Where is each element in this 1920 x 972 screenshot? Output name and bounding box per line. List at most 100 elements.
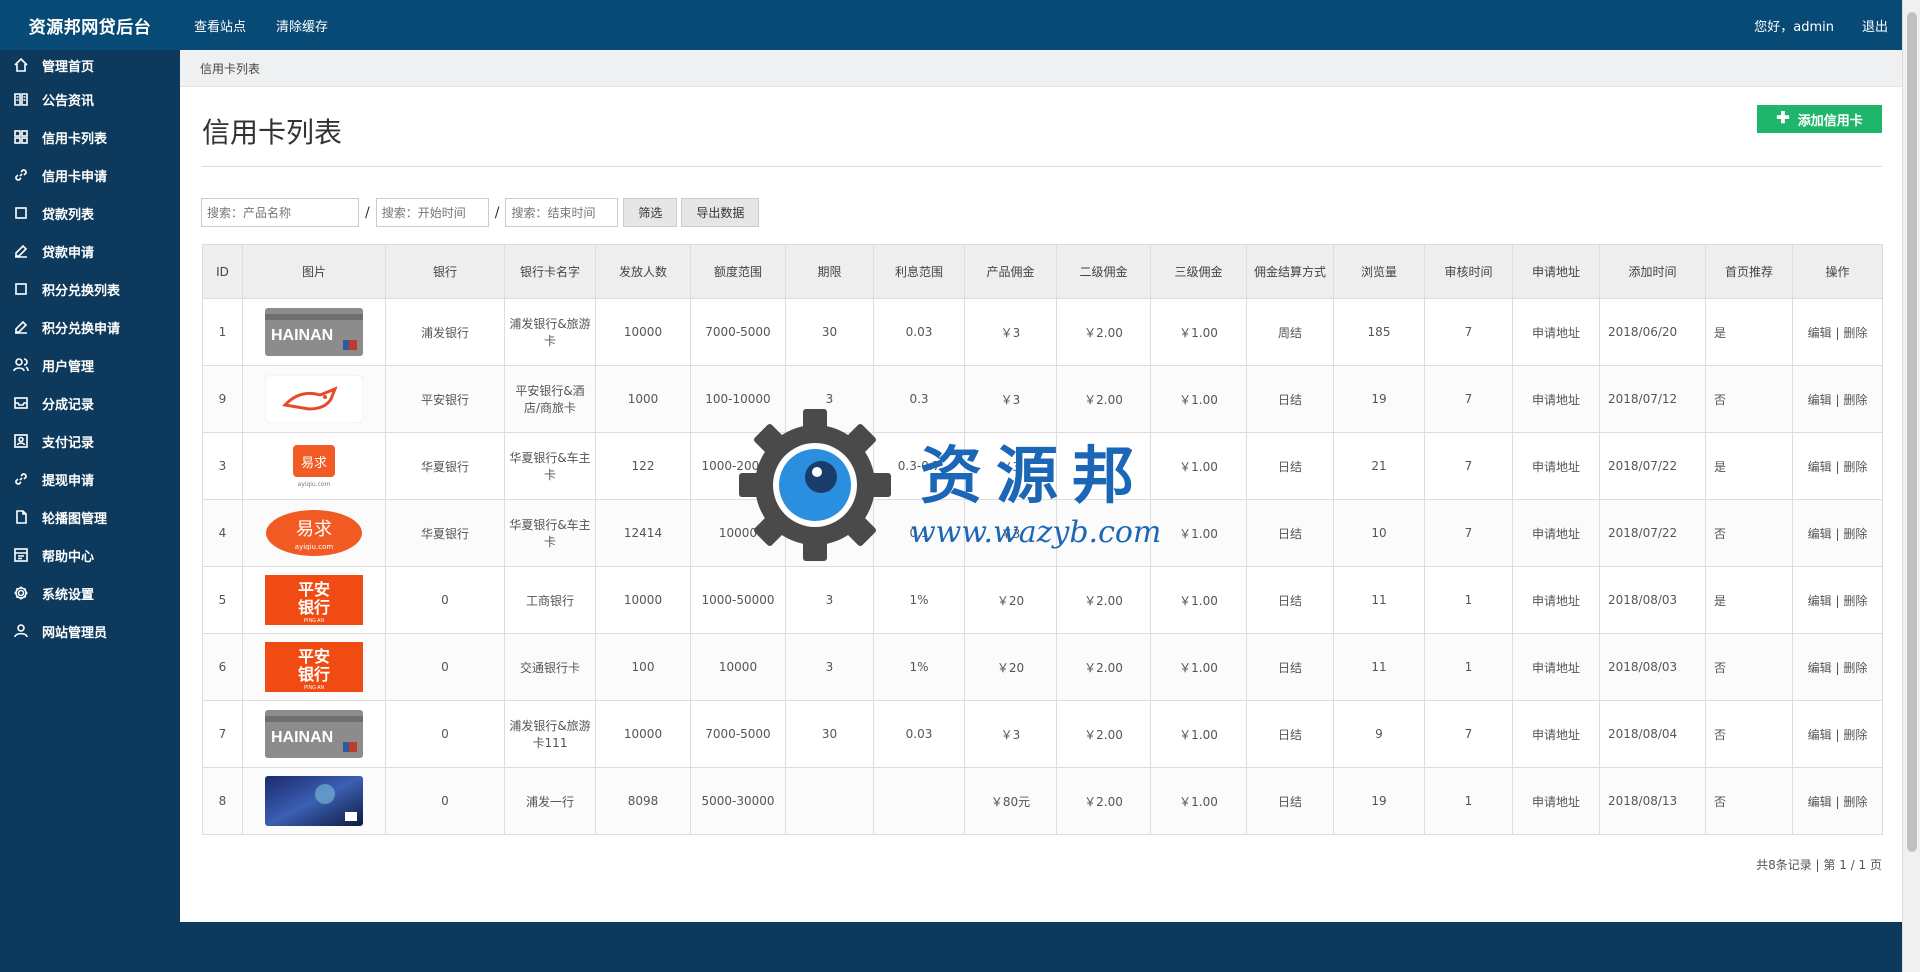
edit-link[interactable]: 编辑 <box>1808 393 1832 407</box>
cell-settle: 日结 <box>1246 700 1334 768</box>
view-site-link[interactable]: 查看站点 <box>194 16 246 35</box>
cell-views: 19 <box>1333 365 1425 433</box>
delete-link[interactable]: 删除 <box>1843 661 1867 675</box>
cell-c3: ￥1.00 <box>1150 432 1247 500</box>
delete-link[interactable]: 删除 <box>1843 326 1867 340</box>
sidebar-item-5[interactable]: 贷款申请 <box>0 232 180 270</box>
cell-c1: ￥3 <box>964 499 1057 567</box>
sidebar-item-15[interactable]: 网站管理员 <box>0 612 180 650</box>
user-greeting[interactable]: 您好，admin <box>1754 16 1834 35</box>
cell-c2: ￥2.00 <box>1056 298 1151 366</box>
sidebar-item-label: 贷款列表 <box>42 207 95 223</box>
cell-interest: 0.3 <box>873 365 965 433</box>
delete-link[interactable]: 删除 <box>1843 728 1867 742</box>
card-thumbnail: HAINAN <box>264 709 364 759</box>
pingan-logo-text: 银行 <box>298 665 330 684</box>
cell-c3: ￥1.00 <box>1150 566 1247 634</box>
cell-name: 平安银行&酒店/商旅卡 <box>504 365 596 433</box>
cell-term: 30 <box>785 298 874 366</box>
op-separator: | <box>1831 459 1844 474</box>
sidebar-item-9[interactable]: 分成记录 <box>0 384 180 422</box>
edit-link[interactable]: 编辑 <box>1808 795 1832 809</box>
edit-icon <box>12 318 30 336</box>
cell-c2: ￥2.00 <box>1056 767 1151 835</box>
sidebar-item-4[interactable]: 贷款列表 <box>0 194 180 232</box>
sidebar-item-6[interactable]: 积分兑换列表 <box>0 270 180 308</box>
square-icon <box>12 204 30 222</box>
sidebar-item-11[interactable]: 提现申请 <box>0 460 180 498</box>
sidebar-item-7[interactable]: 积分兑换申请 <box>0 308 180 346</box>
apply-address-link[interactable]: 申请地址 <box>1512 365 1600 433</box>
sidebar-item-label: 提现申请 <box>42 473 95 489</box>
cell-settle: 日结 <box>1246 432 1334 500</box>
scrollbar-thumb[interactable] <box>1907 12 1917 852</box>
edit-link[interactable]: 编辑 <box>1808 728 1832 742</box>
delete-link[interactable]: 删除 <box>1843 393 1867 407</box>
apply-address-link[interactable]: 申请地址 <box>1512 700 1600 768</box>
clear-cache-link[interactable]: 清除缓存 <box>276 16 328 35</box>
sidebar-item-14[interactable]: 系统设置 <box>0 574 180 612</box>
cell-settle: 日结 <box>1246 499 1334 567</box>
actions-cell: 编辑 | 删除 <box>1792 365 1883 433</box>
op-separator: | <box>1831 593 1844 608</box>
end-date-search-input[interactable] <box>505 198 619 227</box>
apply-address-link[interactable]: 申请地址 <box>1512 499 1600 567</box>
column-header: 三级佣金 <box>1150 244 1247 299</box>
top-bar: 资源邦网贷后台 查看站点 清除缓存 您好，admin 退出 <box>0 0 1902 50</box>
delete-link[interactable]: 删除 <box>1843 594 1867 608</box>
apply-address-link[interactable]: 申请地址 <box>1512 432 1600 500</box>
column-header: 发放人数 <box>595 244 691 299</box>
cell-c1: ￥3 <box>964 432 1057 500</box>
cell-rec: 否 <box>1705 700 1793 768</box>
edit-link[interactable]: 编辑 <box>1808 661 1832 675</box>
column-header: 添加时间 <box>1599 244 1706 299</box>
cell-name: 华夏银行&车主卡 <box>504 499 596 567</box>
column-header: 二级佣金 <box>1056 244 1151 299</box>
sidebar-item-13[interactable]: 帮助中心 <box>0 536 180 574</box>
yiqiu-logo-text: 易求 <box>296 519 332 540</box>
apply-address-link[interactable]: 申请地址 <box>1512 767 1600 835</box>
cell-interest: 1% <box>873 566 965 634</box>
sidebar-item-3[interactable]: 信用卡申请 <box>0 156 180 194</box>
sidebar-item-0[interactable]: 管理首页 <box>0 50 180 80</box>
cell-rec: 否 <box>1705 365 1793 433</box>
op-separator: | <box>1831 325 1844 340</box>
sidebar-item-label: 积分兑换列表 <box>42 283 121 299</box>
table-row: 6 平安 银行 PING AN 0 交通银行卡 100 10000 3 1% ￥20 ￥2.00 ￥1.… <box>202 633 1883 701</box>
cell-c2: ￥2.00 <box>1056 633 1151 701</box>
card-thumbnail: 易求 ayiqiu.com <box>264 441 364 491</box>
edit-link[interactable]: 编辑 <box>1808 527 1832 541</box>
add-credit-card-button[interactable]: ✚ 添加信用卡 <box>1757 105 1882 133</box>
apply-address-link[interactable]: 申请地址 <box>1512 298 1600 366</box>
sidebar-item-10[interactable]: 支付记录 <box>0 422 180 460</box>
filter-button[interactable]: 筛选 <box>623 198 678 227</box>
apply-address-link[interactable]: 申请地址 <box>1512 633 1600 701</box>
cell-count: 122 <box>595 432 691 500</box>
edit-link[interactable]: 编辑 <box>1808 594 1832 608</box>
cell-c3: ￥1.00 <box>1150 365 1247 433</box>
cell-name: 工商银行 <box>504 566 596 634</box>
grid-icon <box>12 128 30 146</box>
cell-c3: ￥1.00 <box>1150 499 1247 567</box>
start-date-search-input[interactable] <box>375 198 489 227</box>
square-icon <box>12 280 30 298</box>
delete-link[interactable]: 删除 <box>1843 795 1867 809</box>
delete-link[interactable]: 删除 <box>1843 527 1867 541</box>
export-data-button[interactable]: 导出数据 <box>681 198 760 227</box>
sidebar-item-12[interactable]: 轮播图管理 <box>0 498 180 536</box>
cell-range: 5000-30000 <box>690 767 786 835</box>
page-scrollbar[interactable] <box>1902 0 1920 972</box>
cell-id: 9 <box>202 365 243 433</box>
sidebar-item-2[interactable]: 信用卡列表 <box>0 118 180 156</box>
product-name-search-input[interactable] <box>201 198 359 227</box>
delete-link[interactable]: 删除 <box>1843 460 1867 474</box>
logout-link[interactable]: 退出 <box>1862 16 1888 35</box>
pingan-logo-text: 平安 <box>298 647 330 666</box>
apply-address-link[interactable]: 申请地址 <box>1512 566 1600 634</box>
actions-cell: 编辑 | 删除 <box>1792 767 1883 835</box>
edit-link[interactable]: 编辑 <box>1808 326 1832 340</box>
edit-link[interactable]: 编辑 <box>1808 460 1832 474</box>
sidebar-item-8[interactable]: 用户管理 <box>0 346 180 384</box>
sidebar-item-1[interactable]: 公告资讯 <box>0 80 180 118</box>
column-header: 申请地址 <box>1512 244 1600 299</box>
